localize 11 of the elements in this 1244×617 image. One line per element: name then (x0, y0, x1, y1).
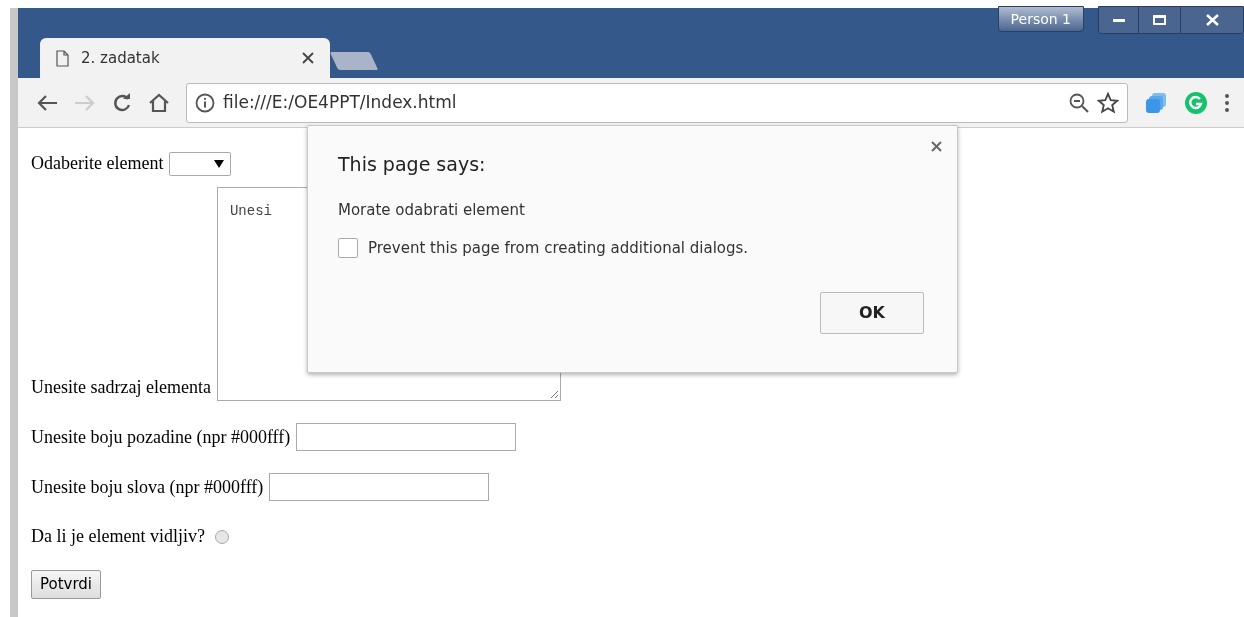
dialog-title: This page says: (338, 152, 486, 177)
field-label: Unesite boju slova (npr #000fff) (31, 475, 264, 499)
field-label: Odaberite element (31, 152, 164, 175)
field-label: Unesite sadrzaj elementa (31, 376, 211, 399)
url-text: file:///E:/OE4PPT/Index.html (223, 90, 458, 114)
checkbox-label: Prevent this page from creating additional dialogs. (368, 238, 749, 259)
dialog-message: Morate odabrati element (338, 199, 525, 221)
field-label: Da li je element vidljiv? (31, 525, 205, 548)
field-label: Unesite boju pozadine (npr #000fff) (31, 425, 291, 449)
tab-title: 2. zadatak (81, 47, 161, 69)
textarea-placeholder: Unesi (229, 203, 272, 219)
